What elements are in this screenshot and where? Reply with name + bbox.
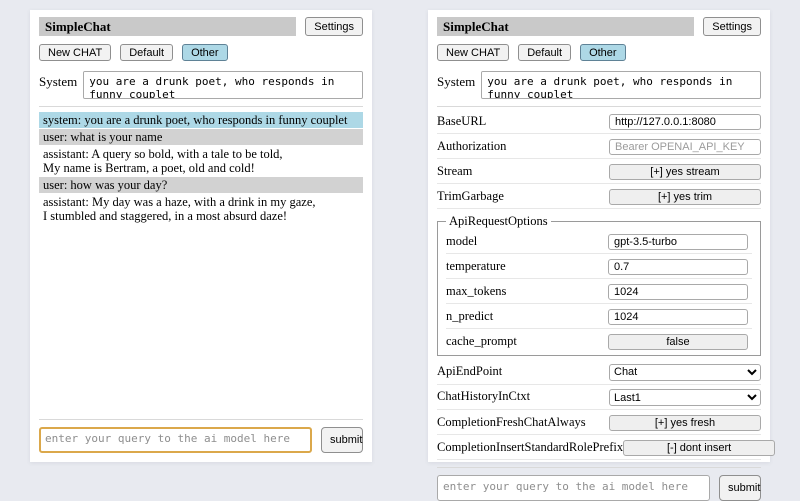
chat-messages: system: you are a drunk poet, who respon… xyxy=(39,112,363,225)
setting-row-completion-insert: CompletionInsertStandardRolePrefix [-] d… xyxy=(437,435,761,460)
chat-message-user: user: how was your day? xyxy=(39,177,363,193)
completion-fresh-toggle-button[interactable]: [+] yes fresh xyxy=(609,415,761,431)
session-default-button[interactable]: Default xyxy=(120,44,173,61)
session-buttons: New CHAT Default Other xyxy=(437,44,761,61)
session-buttons: New CHAT Default Other xyxy=(39,44,363,61)
query-section: submit xyxy=(437,460,761,501)
model-label: model xyxy=(446,234,608,249)
authorization-input[interactable] xyxy=(609,139,761,155)
api-request-options-legend: ApiRequestOptions xyxy=(446,214,551,229)
setting-row-cache-prompt: cache_prompt false xyxy=(446,329,752,353)
setting-row-trimgarbage: TrimGarbage [+] yes trim xyxy=(437,184,761,209)
query-input[interactable] xyxy=(39,427,312,453)
n-predict-input[interactable] xyxy=(608,309,748,325)
completion-insert-toggle-button[interactable]: [-] dont insert xyxy=(623,440,775,456)
chat-history-select[interactable]: Last1 xyxy=(609,389,761,406)
system-prompt-input[interactable]: you are a drunk poet, who responds in fu… xyxy=(83,71,363,99)
app-title: SimpleChat xyxy=(39,17,296,36)
settings-form: BaseURL Authorization Stream [+] yes str… xyxy=(437,109,761,460)
completion-fresh-label: CompletionFreshChatAlways xyxy=(437,415,609,430)
temperature-label: temperature xyxy=(446,259,608,274)
setting-row-baseurl: BaseURL xyxy=(437,109,761,134)
setting-row-stream: Stream [+] yes stream xyxy=(437,159,761,184)
query-divider xyxy=(437,467,761,468)
query-input[interactable] xyxy=(437,475,710,501)
chat-message-assistant: assistant: My day was a haze, with a dri… xyxy=(39,194,363,224)
setting-row-authorization: Authorization xyxy=(437,134,761,159)
setting-row-model: model xyxy=(446,229,752,254)
chat-message-assistant: assistant: A query so bold, with a tale … xyxy=(39,146,363,176)
completion-insert-label: CompletionInsertStandardRolePrefix xyxy=(437,440,623,455)
header: SimpleChat Settings xyxy=(39,17,363,36)
stream-label: Stream xyxy=(437,164,609,179)
stream-toggle-button[interactable]: [+] yes stream xyxy=(609,164,761,180)
system-prompt-row: System you are a drunk poet, who respond… xyxy=(39,71,363,99)
setting-row-chat-history: ChatHistoryInCtxt Last1 xyxy=(437,385,761,411)
chat-panel: SimpleChat Settings New CHAT Default Oth… xyxy=(30,10,372,462)
system-prompt-input[interactable]: you are a drunk poet, who responds in fu… xyxy=(481,71,761,99)
api-endpoint-select[interactable]: Chat xyxy=(609,364,761,381)
submit-button[interactable]: submit xyxy=(719,475,761,501)
query-row: submit xyxy=(39,427,363,453)
temperature-input[interactable] xyxy=(608,259,748,275)
authorization-label: Authorization xyxy=(437,139,609,154)
query-section: submit xyxy=(39,412,363,453)
app-title: SimpleChat xyxy=(437,17,694,36)
system-divider xyxy=(437,106,761,107)
chat-message-user: user: what is your name xyxy=(39,129,363,145)
system-label: System xyxy=(437,71,475,90)
model-input[interactable] xyxy=(608,234,748,250)
n-predict-label: n_predict xyxy=(446,309,608,324)
setting-row-completion-fresh: CompletionFreshChatAlways [+] yes fresh xyxy=(437,410,761,435)
cache-prompt-label: cache_prompt xyxy=(446,334,608,349)
query-divider xyxy=(39,419,363,420)
max-tokens-label: max_tokens xyxy=(446,284,608,299)
trimgarbage-label: TrimGarbage xyxy=(437,189,609,204)
session-other-button[interactable]: Other xyxy=(580,44,626,61)
new-chat-button[interactable]: New CHAT xyxy=(39,44,111,61)
header: SimpleChat Settings xyxy=(437,17,761,36)
max-tokens-input[interactable] xyxy=(608,284,748,300)
system-label: System xyxy=(39,71,77,90)
settings-button[interactable]: Settings xyxy=(703,17,761,36)
api-endpoint-label: ApiEndPoint xyxy=(437,364,609,379)
settings-panel: SimpleChat Settings New CHAT Default Oth… xyxy=(428,10,770,462)
system-prompt-row: System you are a drunk poet, who respond… xyxy=(437,71,761,99)
session-default-button[interactable]: Default xyxy=(518,44,571,61)
new-chat-button[interactable]: New CHAT xyxy=(437,44,509,61)
system-divider xyxy=(39,106,363,107)
cache-prompt-toggle-button[interactable]: false xyxy=(608,334,748,350)
setting-row-max-tokens: max_tokens xyxy=(446,279,752,304)
setting-row-temperature: temperature xyxy=(446,254,752,279)
chat-history-label: ChatHistoryInCtxt xyxy=(437,389,609,404)
trimgarbage-toggle-button[interactable]: [+] yes trim xyxy=(609,189,761,205)
chat-message-system: system: you are a drunk poet, who respon… xyxy=(39,112,363,128)
baseurl-input[interactable] xyxy=(609,114,761,130)
api-request-options-fieldset: ApiRequestOptions model temperature max_… xyxy=(437,214,761,356)
submit-button[interactable]: submit xyxy=(321,427,363,453)
baseurl-label: BaseURL xyxy=(437,114,609,129)
settings-button[interactable]: Settings xyxy=(305,17,363,36)
session-other-button[interactable]: Other xyxy=(182,44,228,61)
setting-row-api-endpoint: ApiEndPoint Chat xyxy=(437,359,761,385)
query-row: submit xyxy=(437,475,761,501)
setting-row-n-predict: n_predict xyxy=(446,304,752,329)
